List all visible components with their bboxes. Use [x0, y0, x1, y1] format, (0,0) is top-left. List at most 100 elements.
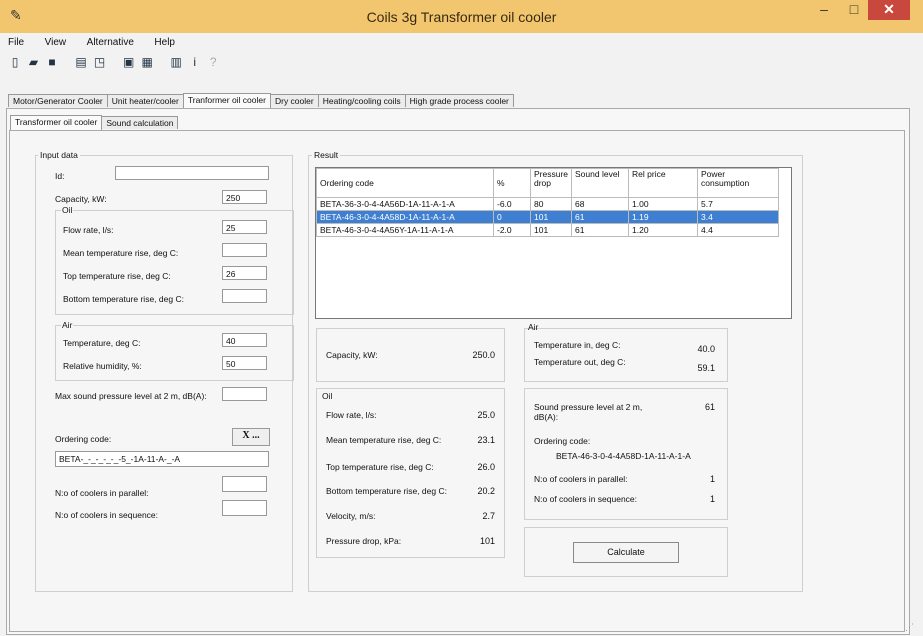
temperature-label: Temperature, deg C:	[63, 338, 141, 348]
help-icon[interactable]: ?	[206, 55, 220, 69]
capacity-label: Capacity, kW:	[55, 194, 107, 204]
result-title: Result	[312, 150, 341, 160]
col-percent[interactable]: %	[493, 168, 531, 198]
summary-tin-label: Temperature in, deg C:	[534, 340, 621, 350]
ordering-code-input[interactable]: BETA-_-_-_-_-_-5_-1A-11-A-_-A	[55, 451, 269, 467]
result-grid: Ordering code % Pressure drop Sound leve…	[315, 167, 792, 319]
cell-rel-price: 1.19	[628, 210, 699, 224]
summary-flow-label: Flow rate, l/s:	[326, 410, 377, 420]
sequence-label: N:o of coolers in sequence:	[55, 510, 159, 520]
menu-view[interactable]: View	[45, 37, 67, 48]
parallel-label: N:o of coolers in parallel:	[55, 488, 149, 498]
summary-parallel-value: 1	[709, 474, 715, 484]
top-temp-label: Top temperature rise, deg C:	[63, 271, 171, 281]
tab-sound-calculation[interactable]: Sound calculation	[101, 116, 179, 129]
open-folder-icon[interactable]: ▰	[27, 55, 41, 69]
table-row[interactable]: BETA-46-3-0-4-4A56Y-1A-11-A-1-A -2.0 101…	[316, 223, 780, 237]
id-label: Id:	[55, 171, 65, 181]
cell-sound-level: 61	[571, 210, 630, 224]
summary-velocity-label: Velocity, m/s:	[326, 511, 376, 521]
toolbar: ▯ ▰ ■ ▤ ◳ ▣ ▦ ▥ i ?	[8, 52, 222, 70]
info-icon[interactable]: i	[188, 55, 202, 69]
summary-ordering-label: Ordering code:	[534, 436, 591, 446]
mean-temp-input[interactable]	[222, 243, 267, 257]
summary-mean-value: 23.1	[477, 435, 495, 445]
col-power[interactable]: Power consumption	[697, 168, 780, 198]
toolbar-separator	[111, 52, 117, 66]
print-icon[interactable]: ▤	[74, 55, 88, 69]
air-title: Air	[61, 320, 74, 330]
sub-tabs: Transformer oil cooler Sound calculation	[10, 114, 179, 130]
temperature-input[interactable]: 40	[222, 333, 267, 347]
copy-icon[interactable]: ▣	[122, 55, 136, 69]
tab-process-cooler[interactable]: High grade process cooler	[404, 94, 514, 107]
close-button[interactable]: ✕	[868, 0, 910, 20]
toolbar-separator	[64, 52, 70, 66]
col-sound-level[interactable]: Sound level	[571, 168, 630, 198]
summary-oil-title: Oil	[322, 391, 333, 401]
cell-pressure-drop: 80	[529, 197, 573, 211]
summary-capacity-value: 250.0	[472, 350, 495, 360]
summary-tout-value: 59.1	[697, 363, 715, 373]
ordering-code-label: Ordering code:	[55, 434, 112, 444]
summary-parallel-label: N:o of coolers in parallel:	[534, 474, 628, 484]
report-icon[interactable]: ▥	[169, 55, 183, 69]
table-row[interactable]: BETA-36-3-0-4-4A56D-1A-11-A-1-A -6.0 80 …	[316, 197, 780, 211]
top-temp-input[interactable]: 26	[222, 266, 267, 280]
calculate-button[interactable]: Calculate	[573, 542, 679, 563]
window-title: Coils 3g Transformer oil cooler	[366, 9, 557, 25]
table-row-selected[interactable]: BETA-46-3-0-4-4A58D-1A-11-A-1-A 0 101 61…	[316, 210, 780, 224]
summary-velocity-value: 2.7	[482, 511, 495, 521]
flow-label: Flow rate, l/s:	[63, 225, 114, 235]
tab-heating-cooling[interactable]: Heating/cooling coils	[317, 94, 406, 107]
maximize-button[interactable]: □	[840, 0, 868, 20]
menu-file[interactable]: File	[8, 37, 24, 48]
clear-code-button[interactable]: X ...	[232, 428, 270, 446]
summary-air-title: Air	[528, 322, 539, 332]
save-icon[interactable]: ■	[45, 55, 59, 69]
summary-tout-label: Temperature out, deg C:	[534, 357, 626, 367]
cell-sound-level: 61	[571, 223, 630, 237]
col-rel-price[interactable]: Rel price	[628, 168, 699, 198]
menu-alternative[interactable]: Alternative	[87, 37, 134, 48]
bottom-temp-input[interactable]	[222, 289, 267, 303]
col-ordering-code[interactable]: Ordering code	[316, 168, 494, 198]
humidity-input[interactable]: 50	[222, 356, 267, 370]
sequence-input[interactable]	[222, 500, 267, 516]
menu-help[interactable]: Help	[154, 37, 175, 48]
tab-transformer[interactable]: Tranformer oil cooler	[182, 93, 271, 108]
toolbar-separator	[159, 52, 165, 66]
cell-ordering-code: BETA-36-3-0-4-4A56D-1A-11-A-1-A	[316, 197, 494, 211]
tab-unit-heater[interactable]: Unit heater/cooler	[106, 94, 184, 107]
new-file-icon[interactable]: ▯	[8, 55, 22, 69]
cell-ordering-code: BETA-46-3-0-4-4A58D-1A-11-A-1-A	[316, 210, 494, 224]
max-sound-input[interactable]	[222, 387, 267, 401]
summary-sound-label: Sound pressure level at 2 m, dB(A):	[534, 402, 643, 422]
col-pressure-drop[interactable]: Pressure drop	[529, 168, 573, 198]
resize-grip-icon[interactable]: ⋰	[905, 622, 914, 633]
summary-flow-value: 25.0	[477, 410, 495, 420]
paste-icon[interactable]: ▦	[140, 55, 154, 69]
summary-tin-value: 40.0	[697, 344, 715, 354]
parallel-input[interactable]	[222, 476, 267, 492]
cell-percent: 0	[493, 210, 531, 224]
oil-title: Oil	[61, 205, 74, 215]
input-data-title: Input data	[38, 150, 80, 160]
cell-pressure-drop: 101	[529, 223, 573, 237]
air-summary-box	[524, 328, 728, 382]
capacity-input[interactable]: 250	[222, 190, 267, 204]
tab-transformer-oil-cooler[interactable]: Transformer oil cooler	[10, 115, 103, 130]
flow-input[interactable]: 25	[222, 220, 267, 234]
tab-dry-cooler[interactable]: Dry cooler	[269, 94, 319, 107]
summary-mean-label: Mean temperature rise, deg C:	[326, 435, 442, 445]
minimize-button[interactable]: –	[810, 0, 838, 20]
result-table: Ordering code % Pressure drop Sound leve…	[316, 168, 780, 237]
cell-power: 4.4	[697, 223, 780, 237]
bottom-temp-label: Bottom temperature rise, deg C:	[63, 294, 184, 304]
cell-power: 3.4	[697, 210, 780, 224]
cell-rel-price: 1.20	[628, 223, 699, 237]
id-input[interactable]	[115, 166, 269, 180]
tab-motor-generator[interactable]: Motor/Generator Cooler	[8, 94, 108, 107]
cell-ordering-code: BETA-46-3-0-4-4A56Y-1A-11-A-1-A	[316, 223, 494, 237]
print-preview-icon[interactable]: ◳	[93, 55, 107, 69]
